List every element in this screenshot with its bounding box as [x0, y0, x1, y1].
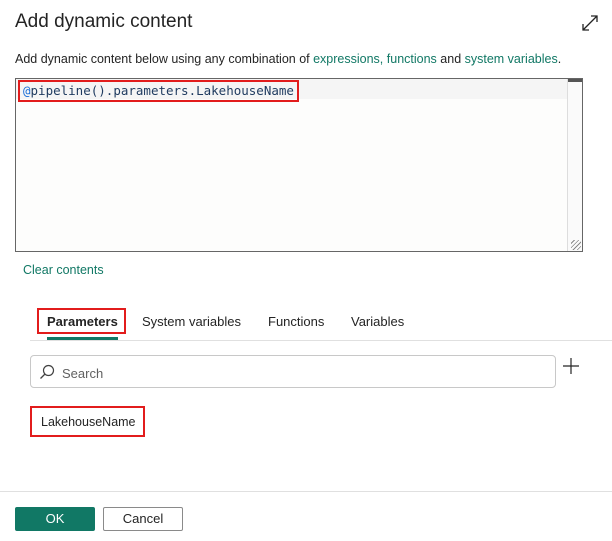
functions-link[interactable]: functions — [387, 52, 437, 66]
editor-scrollbar[interactable] — [567, 79, 582, 251]
scrollbar-thumb[interactable] — [568, 79, 582, 82]
tab-functions[interactable]: Functions — [268, 314, 324, 329]
cancel-button[interactable]: Cancel — [103, 507, 183, 531]
tab-divider — [30, 340, 612, 341]
tab-list: Parameters System variables Functions Va… — [30, 308, 612, 341]
footer-divider — [0, 491, 612, 492]
ok-button[interactable]: OK — [15, 507, 95, 531]
tab-variables[interactable]: Variables — [351, 314, 404, 329]
description-period: . — [557, 52, 562, 66]
search-input[interactable] — [60, 362, 544, 384]
resize-grip-icon[interactable] — [571, 240, 581, 250]
expression-body: pipeline().parameters.LakehouseName — [30, 83, 294, 98]
expand-icon[interactable] — [580, 13, 600, 33]
clear-contents-link[interactable]: Clear contents — [23, 263, 104, 277]
dialog-title: Add dynamic content — [15, 11, 193, 32]
search-icon — [40, 364, 55, 379]
description-and: and — [436, 52, 465, 66]
search-box[interactable] — [30, 355, 556, 388]
tab-parameters[interactable]: Parameters — [47, 314, 118, 329]
system-variables-link[interactable]: system variables — [465, 52, 558, 66]
expression-editor[interactable]: @pipeline().parameters.LakehouseName — [15, 78, 583, 252]
description-text: Add dynamic content below using any comb… — [15, 52, 314, 66]
tab-system-variables[interactable]: System variables — [142, 314, 241, 329]
expressions-link[interactable]: expressions, — [313, 52, 383, 66]
add-parameter-plus-icon[interactable] — [562, 357, 580, 375]
expression-text[interactable]: @pipeline().parameters.LakehouseName — [18, 80, 299, 102]
expression-at-sign: @ — [23, 83, 31, 98]
description: Add dynamic content below using any comb… — [15, 52, 561, 66]
parameter-item[interactable]: LakehouseName — [30, 406, 145, 437]
